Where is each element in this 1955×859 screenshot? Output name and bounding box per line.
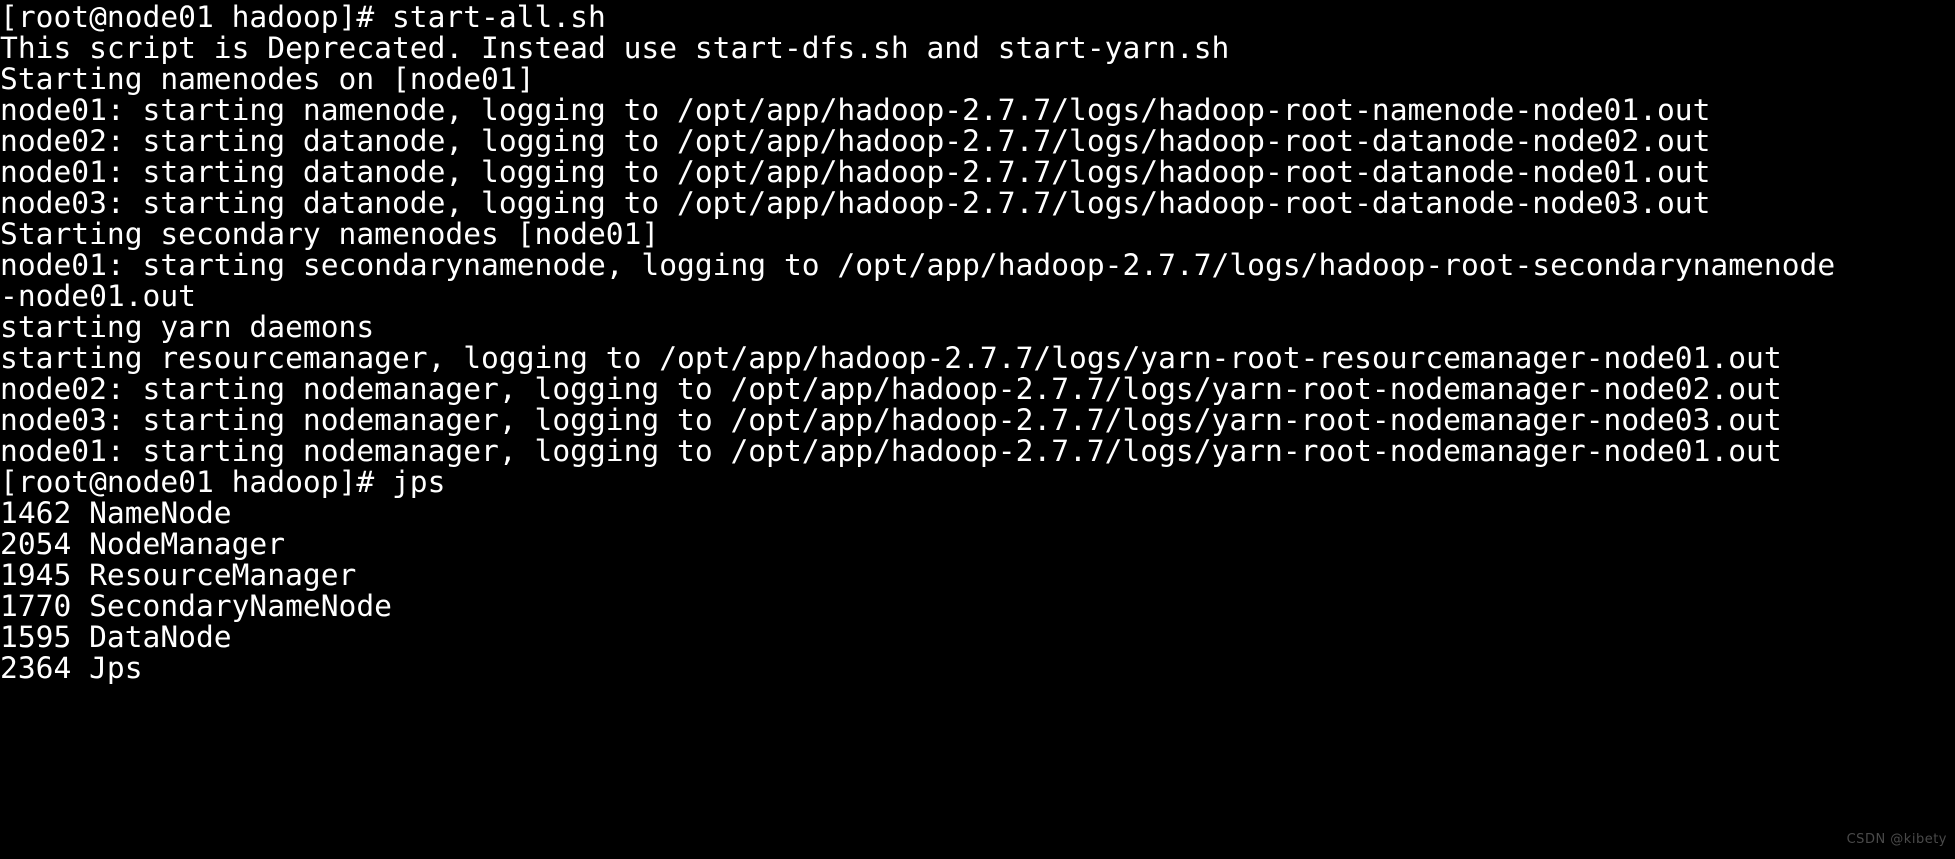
terminal-line: node03: starting datanode, logging to /o… — [0, 186, 1711, 220]
terminal-line: node03: starting nodemanager, logging to… — [0, 403, 1782, 437]
csdn-watermark: CSDN @kibety — [1846, 832, 1947, 847]
terminal-line: node01: starting namenode, logging to /o… — [0, 93, 1711, 127]
terminal-line: 1595 DataNode — [0, 620, 232, 654]
terminal-line: -node01.out — [0, 279, 196, 313]
terminal-window[interactable]: [root@node01 hadoop]# start-all.sh This s… — [0, 0, 1955, 859]
terminal-line: This script is Deprecated. Instead use s… — [0, 31, 1230, 65]
terminal-line: Starting secondary namenodes [node01] — [0, 217, 660, 251]
terminal-line: node02: starting nodemanager, logging to… — [0, 372, 1782, 406]
terminal-line: starting resourcemanager, logging to /op… — [0, 341, 1782, 375]
terminal-line: 1462 NameNode — [0, 496, 232, 530]
terminal-line: 1945 ResourceManager — [0, 558, 357, 592]
terminal-line: [root@node01 hadoop]# start-all.sh — [0, 0, 606, 34]
terminal-line: node02: starting datanode, logging to /o… — [0, 124, 1711, 158]
terminal-line: node01: starting datanode, logging to /o… — [0, 155, 1711, 189]
terminal-line: 2054 NodeManager — [0, 527, 286, 561]
terminal-line: starting yarn daemons — [0, 310, 375, 344]
terminal-output-area[interactable]: [root@node01 hadoop]# start-all.sh This s… — [0, 2, 1955, 684]
terminal-line: node01: starting secondarynamenode, logg… — [0, 248, 1836, 282]
terminal-line: 2364 Jps — [0, 651, 143, 685]
terminal-line: Starting namenodes on [node01] — [0, 62, 535, 96]
terminal-line: node01: starting nodemanager, logging to… — [0, 434, 1782, 468]
terminal-line: [root@node01 hadoop]# jps — [0, 465, 446, 499]
terminal-line: 1770 SecondaryNameNode — [0, 589, 392, 623]
